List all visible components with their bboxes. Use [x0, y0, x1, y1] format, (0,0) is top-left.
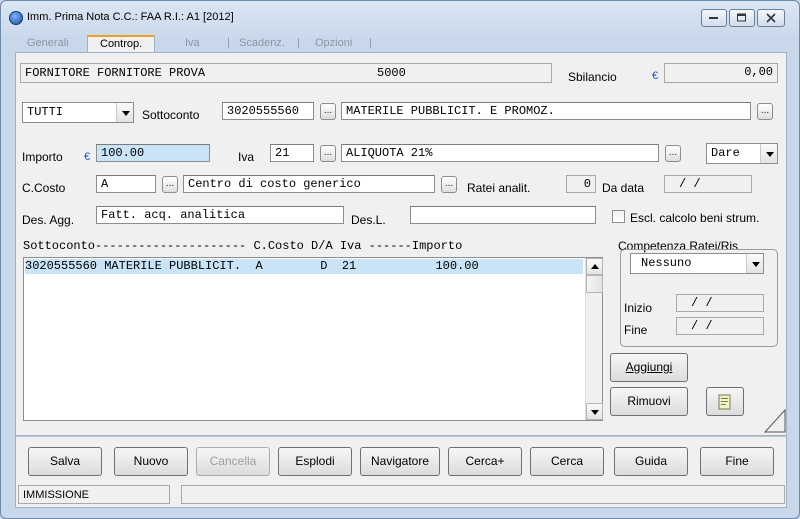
- supplier-code: 5000: [377, 66, 406, 80]
- desagg-input[interactable]: Fatt. acq. analitica: [96, 206, 344, 224]
- sottoconto-description-input[interactable]: MATERILE PUBBLICIT. E PROMOZ.: [341, 102, 751, 120]
- ratei-value: 0: [566, 175, 596, 193]
- fine-input[interactable]: / /: [676, 317, 764, 335]
- sottoconto-description-lookup-button[interactable]: ...: [757, 103, 773, 120]
- sottoconto-lookup-button[interactable]: ...: [320, 103, 336, 120]
- minimize-button[interactable]: [701, 9, 727, 27]
- tab-controp[interactable]: Controp.: [87, 35, 156, 53]
- ccosto-label: C.Costo: [22, 181, 66, 195]
- iva-code-input[interactable]: 21: [270, 144, 314, 162]
- grid-scrollbar[interactable]: [585, 258, 603, 420]
- account-filter-value: TUTTI: [27, 105, 64, 119]
- application-window: Imm. Prima Nota C.C.: FAA R.I.: A1 [2012…: [0, 0, 800, 519]
- window-title: Imm. Prima Nota C.C.: FAA R.I.: A1 [2012…: [27, 11, 234, 23]
- inizio-input[interactable]: / /: [676, 294, 764, 312]
- iva-label: Iva: [238, 150, 255, 164]
- salva-button[interactable]: Salva: [28, 447, 102, 476]
- desl-label: Des.L.: [351, 213, 386, 227]
- close-icon: [766, 13, 776, 23]
- iva-description-lookup-button[interactable]: ...: [665, 145, 681, 162]
- resize-grip-icon[interactable]: [764, 409, 786, 433]
- tab-strip: Generali Controp. Iva | Scadenz. | Opzio…: [15, 35, 415, 53]
- iva-description-input[interactable]: ALIQUOTA 21%: [341, 144, 659, 162]
- navigatore-button[interactable]: Navigatore: [360, 447, 440, 476]
- ccosto-code-input[interactable]: A: [96, 175, 156, 193]
- iva-lookup-button[interactable]: ...: [320, 145, 336, 162]
- footer-bar: Salva Nuovo Cancella Esplodi Navigatore …: [15, 436, 787, 508]
- chevron-down-icon: [116, 103, 133, 122]
- ccosto-description-lookup-button[interactable]: ...: [441, 176, 457, 193]
- entries-grid[interactable]: 3020555560 MATERILE PUBBLICIT. A D 21 10…: [23, 257, 603, 421]
- sottoconto-label: Sottoconto: [142, 108, 200, 122]
- document-icon: [718, 394, 731, 410]
- status-mode: IMMISSIONE: [18, 485, 170, 504]
- rimuovi-label: Rimuovi: [627, 394, 671, 408]
- da-data-label: Da data: [602, 181, 645, 195]
- tab-generali[interactable]: Generali: [27, 36, 69, 52]
- sottoconto-code-input[interactable]: 3020555560: [222, 102, 314, 120]
- tab-separator: |: [227, 37, 230, 49]
- table-row[interactable]: 3020555560 MATERILE PUBBLICIT. A D 21 10…: [25, 259, 583, 274]
- status-message: [181, 485, 785, 504]
- cerca-plus-button[interactable]: Cerca+: [448, 447, 522, 476]
- ccosto-description-input[interactable]: Centro di costo generico: [183, 175, 435, 193]
- currency-symbol: €: [652, 70, 659, 82]
- ccosto-lookup-button[interactable]: ...: [162, 176, 178, 193]
- cerca-button[interactable]: Cerca: [530, 447, 604, 476]
- competenza-select[interactable]: Nessuno: [630, 253, 764, 274]
- scroll-thumb[interactable]: [586, 275, 603, 293]
- supplier-name: FORNITORE FORNITORE PROVA: [25, 66, 206, 80]
- maximize-button[interactable]: [729, 9, 755, 27]
- aggiungi-label: Aggiungi: [625, 360, 673, 374]
- close-button[interactable]: [757, 9, 785, 27]
- controp-panel: FORNITORE FORNITORE PROVA 5000 Sbilancio…: [15, 52, 787, 436]
- tab-separator: |: [369, 37, 372, 49]
- escl-beni-checkbox[interactable]: [612, 210, 625, 223]
- sbilancio-label: Sbilancio: [568, 70, 617, 84]
- chevron-down-icon: [760, 144, 777, 163]
- competenza-value: Nessuno: [641, 256, 692, 270]
- chevron-down-icon: [746, 254, 763, 273]
- inizio-label: Inizio: [624, 301, 653, 315]
- tab-opzioni[interactable]: Opzioni: [315, 36, 352, 52]
- account-filter-select[interactable]: TUTTI: [22, 102, 134, 123]
- supplier-field: FORNITORE FORNITORE PROVA 5000: [20, 63, 552, 83]
- app-globe-icon: [9, 11, 23, 25]
- aggiungi-button[interactable]: Aggiungi: [610, 353, 688, 382]
- fine-button[interactable]: Fine: [700, 447, 774, 476]
- desagg-label: Des. Agg.: [22, 213, 75, 227]
- importo-currency-symbol: €: [84, 151, 91, 163]
- tab-iva[interactable]: Iva: [185, 36, 200, 52]
- da-data-input[interactable]: / /: [664, 175, 752, 193]
- nuovo-button[interactable]: Nuovo: [114, 447, 188, 476]
- dare-avere-value: Dare: [711, 146, 740, 160]
- tab-separator: |: [297, 37, 300, 49]
- maximize-icon: [737, 13, 746, 22]
- cancella-button[interactable]: Cancella: [196, 447, 270, 476]
- minimize-icon: [709, 17, 718, 19]
- ratei-label: Ratei analit.: [467, 181, 531, 195]
- scroll-down-button[interactable]: [586, 403, 603, 420]
- fine-label: Fine: [624, 323, 648, 337]
- esplodi-button[interactable]: Esplodi: [278, 447, 352, 476]
- title-bar: Imm. Prima Nota C.C.: FAA R.I.: A1 [2012…: [1, 1, 799, 31]
- attachment-button[interactable]: [706, 387, 744, 416]
- guida-button[interactable]: Guida: [614, 447, 688, 476]
- desl-input[interactable]: [410, 206, 596, 224]
- tab-scadenz[interactable]: Scadenz.: [239, 36, 285, 52]
- grid-header: Sottoconto--------------------- C.Costo …: [23, 239, 463, 253]
- escl-beni-label: Escl. calcolo beni strum.: [630, 211, 760, 225]
- dare-avere-select[interactable]: Dare: [706, 143, 778, 164]
- sbilancio-value: 0,00: [664, 63, 778, 83]
- importo-label: Importo: [22, 150, 63, 164]
- scroll-up-button[interactable]: [586, 258, 603, 275]
- rimuovi-button[interactable]: Rimuovi: [610, 387, 688, 416]
- importo-input[interactable]: 100.00: [96, 144, 210, 162]
